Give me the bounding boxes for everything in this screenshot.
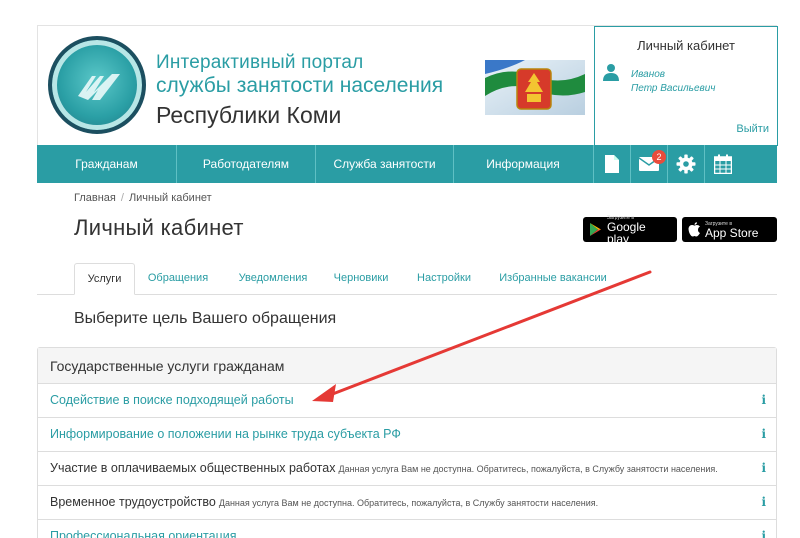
logo-mark-icon: [78, 74, 120, 100]
service-row-disabled: Участие в оплачиваемых общественных рабо…: [38, 452, 776, 486]
settings-button[interactable]: [667, 145, 704, 183]
info-icon[interactable]: i: [761, 486, 766, 519]
tab-requests[interactable]: Обращения: [137, 263, 219, 295]
page-title: Личный кабинет: [74, 215, 244, 240]
service-label: Участие в оплачиваемых общественных рабо…: [50, 461, 336, 475]
breadcrumb-separator: /: [120, 192, 124, 204]
user-icon: [603, 64, 619, 81]
nav-item-information[interactable]: Информация: [454, 145, 592, 183]
app-store-label: App Store: [705, 225, 759, 240]
tab-favorite-vacancies[interactable]: Избранные вакансии: [491, 263, 615, 295]
portal-title-line2: службы занятости населения: [156, 74, 444, 97]
gear-icon: [676, 154, 696, 174]
document-icon: [605, 155, 619, 173]
nav-item-employers[interactable]: Работодателям: [177, 145, 316, 183]
nav-item-citizens[interactable]: Гражданам: [37, 145, 177, 183]
nav-item-employment-service[interactable]: Служба занятости: [316, 145, 454, 183]
google-play-label: Google play: [606, 219, 646, 246]
info-icon[interactable]: i: [761, 384, 766, 417]
user-cabinet-box: Личный кабинет Иванов Петр Васильевич Вы…: [594, 26, 778, 146]
messages-button[interactable]: 2: [630, 145, 667, 183]
apple-icon: [688, 222, 700, 237]
site-header: Интерактивный портал службы занятости на…: [37, 25, 778, 146]
service-label: Временное трудоустройство: [50, 495, 216, 509]
user-name[interactable]: Петр Васильевич: [631, 83, 715, 94]
calendar-button[interactable]: [704, 145, 741, 183]
section-subheading: Выберите цель Вашего обращения: [74, 310, 337, 327]
komi-flag-emblem: [485, 60, 585, 115]
service-row[interactable]: Профессиональная ориентация i: [38, 520, 776, 538]
breadcrumb-current: Личный кабинет: [128, 192, 212, 204]
documents-button[interactable]: [593, 145, 630, 183]
tab-drafts[interactable]: Черновики: [325, 263, 397, 295]
cabinet-tabs: Услуги Обращения Уведомления Черновики Н…: [37, 263, 777, 295]
tab-notifications[interactable]: Уведомления: [223, 263, 323, 295]
service-row-disabled: Временное трудоустройство Данная услуга В…: [38, 486, 776, 520]
service-link[interactable]: Содействие в поиске подходящей работы: [50, 393, 294, 407]
service-link[interactable]: Профессиональная ориентация: [50, 529, 237, 538]
service-unavailable-note: Данная услуга Вам не доступна. Обратитес…: [338, 464, 718, 474]
cabinet-title: Личный кабинет: [637, 38, 735, 53]
tab-settings[interactable]: Настройки: [407, 263, 481, 295]
service-row[interactable]: Информирование о положении на рынке труд…: [38, 418, 776, 452]
main-navigation: Гражданам Работодателям Служба занятости…: [37, 145, 777, 183]
service-row[interactable]: Содействие в поиске подходящей работы i: [38, 384, 776, 418]
services-panel: Государственные услуги гражданам Содейст…: [37, 347, 777, 538]
service-link[interactable]: Информирование о положении на рынке труд…: [50, 427, 401, 441]
service-unavailable-note: Данная услуга Вам не доступна. Обратитес…: [218, 498, 599, 508]
info-icon[interactable]: i: [761, 452, 766, 485]
app-store-badge[interactable]: Загрузите в App Store: [682, 217, 777, 242]
messages-count-badge: 2: [652, 150, 666, 164]
breadcrumb-home-link[interactable]: Главная: [74, 192, 116, 204]
page: Интерактивный портал службы занятости на…: [37, 25, 778, 538]
logout-link[interactable]: Выйти: [736, 123, 769, 135]
breadcrumb: Главная / Личный кабинет: [74, 192, 212, 204]
user-surname[interactable]: Иванов: [631, 69, 665, 80]
google-play-badge[interactable]: Загрузите в Google play: [583, 215, 677, 246]
google-play-icon: [589, 223, 601, 236]
tab-services[interactable]: Услуги: [74, 263, 135, 295]
info-icon[interactable]: i: [761, 520, 766, 538]
calendar-icon: [714, 154, 732, 174]
portal-title-line1: Интерактивный портал: [156, 52, 364, 73]
portal-logo[interactable]: [48, 36, 146, 134]
info-icon[interactable]: i: [761, 418, 766, 451]
portal-title-line3: Республики Коми: [156, 102, 342, 128]
services-panel-title: Государственные услуги гражданам: [38, 348, 776, 384]
